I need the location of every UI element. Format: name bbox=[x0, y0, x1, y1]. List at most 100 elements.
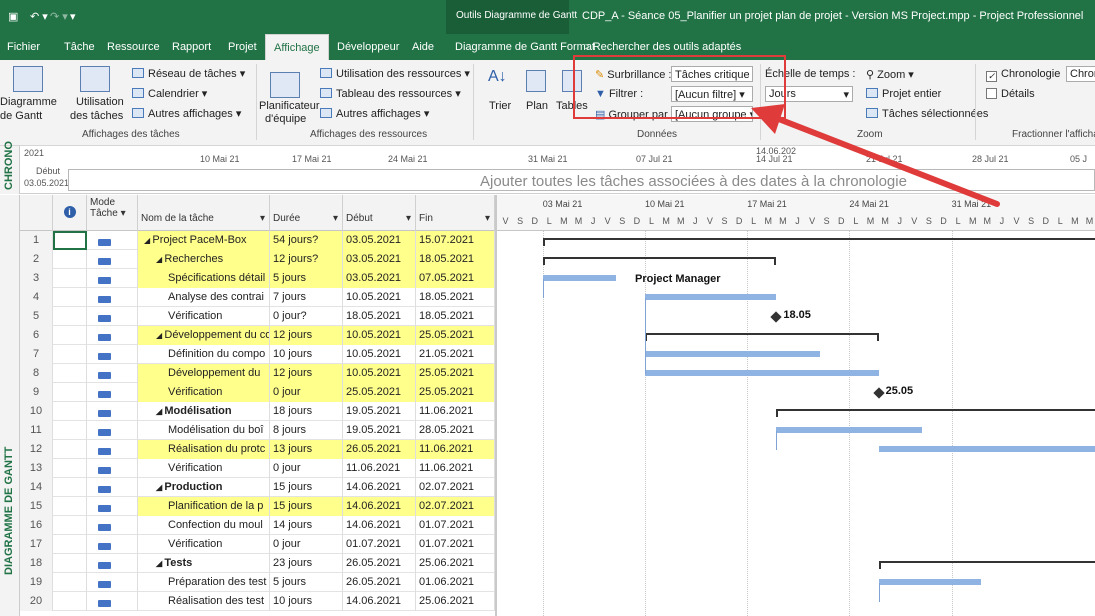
row-number[interactable]: 5 bbox=[20, 307, 53, 326]
row-number[interactable]: 11 bbox=[20, 421, 53, 440]
duration-cell[interactable]: 12 jours? bbox=[270, 250, 343, 269]
duration-cell[interactable]: 12 jours bbox=[270, 364, 343, 383]
details-checkbox[interactable]: Détails bbox=[986, 88, 1035, 100]
task-usage-button-line2[interactable]: des tâches bbox=[70, 110, 123, 122]
info-cell[interactable] bbox=[53, 288, 87, 307]
save-icon[interactable]: ▣ bbox=[8, 10, 18, 23]
summary-bar[interactable] bbox=[542, 238, 1095, 246]
task-bar[interactable] bbox=[645, 351, 821, 357]
duration-cell[interactable]: 10 jours bbox=[270, 592, 343, 611]
info-cell[interactable] bbox=[53, 402, 87, 421]
start-date-cell[interactable]: 10.05.2021 bbox=[343, 326, 416, 345]
task-bar[interactable] bbox=[645, 370, 879, 376]
start-date-cell[interactable]: 10.05.2021 bbox=[343, 364, 416, 383]
task-name-cell[interactable]: Réalisation des test bbox=[138, 592, 270, 611]
duration-cell[interactable]: 5 jours bbox=[270, 573, 343, 592]
task-mode-cell[interactable] bbox=[87, 269, 138, 288]
start-column-header[interactable]: Début ▾ bbox=[343, 195, 416, 231]
menu-rapport[interactable]: Rapport bbox=[172, 41, 211, 53]
menu-tache[interactable]: Tâche bbox=[64, 41, 95, 53]
summary-bar[interactable] bbox=[542, 257, 777, 265]
duration-cell[interactable]: 0 jour bbox=[270, 535, 343, 554]
duration-cell[interactable]: 15 jours bbox=[270, 478, 343, 497]
end-date-cell[interactable]: 18.05.2021 bbox=[416, 288, 495, 307]
task-mode-cell[interactable] bbox=[87, 288, 138, 307]
info-cell[interactable] bbox=[53, 269, 87, 288]
info-cell[interactable] bbox=[53, 307, 87, 326]
task-bar[interactable] bbox=[542, 275, 616, 281]
task-name-cell[interactable]: ◢ Production bbox=[138, 478, 270, 497]
row-number[interactable]: 7 bbox=[20, 345, 53, 364]
task-mode-cell[interactable] bbox=[87, 440, 138, 459]
quick-access-menu-icon[interactable]: ▾ bbox=[70, 10, 76, 23]
mode-column-header[interactable]: Mode Tâche ▾ bbox=[87, 195, 138, 231]
menu-aide[interactable]: Aide bbox=[412, 41, 434, 53]
row-number[interactable]: 3 bbox=[20, 269, 53, 288]
duration-cell[interactable]: 12 jours bbox=[270, 326, 343, 345]
end-date-cell[interactable]: 25.05.2021 bbox=[416, 326, 495, 345]
start-date-cell[interactable]: 14.06.2021 bbox=[343, 497, 416, 516]
task-usage-button-line1[interactable]: Utilisation bbox=[76, 96, 124, 108]
table-row[interactable]: 12 Réalisation du protc 13 jours 26.05.2021… bbox=[20, 440, 495, 459]
menu-fichier[interactable]: Fichier bbox=[7, 41, 40, 53]
undo-icon[interactable]: ↶ ▾ bbox=[30, 10, 48, 23]
task-bar[interactable] bbox=[878, 446, 1095, 452]
row-number[interactable]: 16 bbox=[20, 516, 53, 535]
task-mode-cell[interactable] bbox=[87, 307, 138, 326]
start-date-cell[interactable]: 26.05.2021 bbox=[343, 554, 416, 573]
duration-cell[interactable]: 13 jours bbox=[270, 440, 343, 459]
summary-bar[interactable] bbox=[878, 561, 1095, 569]
task-bar[interactable] bbox=[878, 579, 981, 585]
duration-cell[interactable]: 14 jours bbox=[270, 516, 343, 535]
duration-cell[interactable]: 23 jours bbox=[270, 554, 343, 573]
start-date-cell[interactable]: 11.06.2021 bbox=[343, 459, 416, 478]
task-name-cell[interactable]: Spécifications détail bbox=[138, 269, 270, 288]
table-row[interactable]: 4 Analyse des contrai 7 jours 10.05.2021 18.… bbox=[20, 288, 495, 307]
end-date-cell[interactable]: 25.05.2021 bbox=[416, 364, 495, 383]
calendar-button[interactable]: Calendrier ▾ bbox=[132, 87, 207, 100]
info-cell[interactable] bbox=[53, 573, 87, 592]
task-name-cell[interactable]: ◢ Modélisation bbox=[138, 402, 270, 421]
task-name-cell[interactable]: Vérification bbox=[138, 459, 270, 478]
duration-cell[interactable]: 0 jour bbox=[270, 383, 343, 402]
end-date-cell[interactable]: 25.06.2021 bbox=[416, 554, 495, 573]
task-mode-cell[interactable] bbox=[87, 554, 138, 573]
duration-column-header[interactable]: Durée ▾ bbox=[270, 195, 343, 231]
task-mode-cell[interactable] bbox=[87, 383, 138, 402]
info-cell[interactable] bbox=[53, 250, 87, 269]
duration-cell[interactable]: 54 jours? bbox=[270, 231, 343, 250]
task-mode-cell[interactable] bbox=[87, 497, 138, 516]
info-cell[interactable] bbox=[53, 592, 87, 611]
task-mode-cell[interactable] bbox=[87, 535, 138, 554]
info-cell[interactable] bbox=[53, 516, 87, 535]
row-number[interactable]: 1 bbox=[20, 231, 53, 250]
task-bar[interactable] bbox=[645, 294, 777, 300]
table-row[interactable]: 3 Spécifications détail 5 jours 03.05.2021 0… bbox=[20, 269, 495, 288]
row-number[interactable]: 13 bbox=[20, 459, 53, 478]
search-tools[interactable]: ○ Rechercher des outils adaptés bbox=[583, 41, 741, 53]
task-mode-cell[interactable] bbox=[87, 364, 138, 383]
task-name-cell[interactable]: ◢ Project PaceM-Box bbox=[138, 231, 270, 250]
task-mode-cell[interactable] bbox=[87, 478, 138, 497]
network-diagram-button[interactable]: Réseau de tâches ▾ bbox=[132, 67, 245, 80]
task-name-cell[interactable]: Vérification bbox=[138, 535, 270, 554]
outline-button[interactable]: Plan bbox=[526, 100, 548, 112]
row-number[interactable]: 2 bbox=[20, 250, 53, 269]
end-date-cell[interactable]: 21.05.2021 bbox=[416, 345, 495, 364]
table-row[interactable]: 1 ◢ Project PaceM-Box 54 jours? 03.05.2021 1… bbox=[20, 231, 495, 250]
start-date-cell[interactable]: 03.05.2021 bbox=[343, 231, 416, 250]
end-date-cell[interactable]: 28.05.2021 bbox=[416, 421, 495, 440]
end-date-cell[interactable]: 02.07.2021 bbox=[416, 497, 495, 516]
row-number[interactable]: 4 bbox=[20, 288, 53, 307]
entire-project-button[interactable]: Projet entier bbox=[866, 88, 941, 100]
end-date-cell[interactable]: 25.05.2021 bbox=[416, 383, 495, 402]
zoom-button[interactable]: ⚲ Zoom ▾ bbox=[866, 68, 914, 81]
task-mode-cell[interactable] bbox=[87, 592, 138, 611]
row-number[interactable]: 14 bbox=[20, 478, 53, 497]
row-number[interactable]: 15 bbox=[20, 497, 53, 516]
milestone-diamond[interactable] bbox=[770, 311, 783, 323]
menu-ressource[interactable]: Ressource bbox=[107, 41, 160, 53]
task-mode-cell[interactable] bbox=[87, 231, 138, 250]
end-date-cell[interactable]: 18.05.2021 bbox=[416, 250, 495, 269]
table-row[interactable]: 7 Définition du compo 10 jours 10.05.2021 21… bbox=[20, 345, 495, 364]
